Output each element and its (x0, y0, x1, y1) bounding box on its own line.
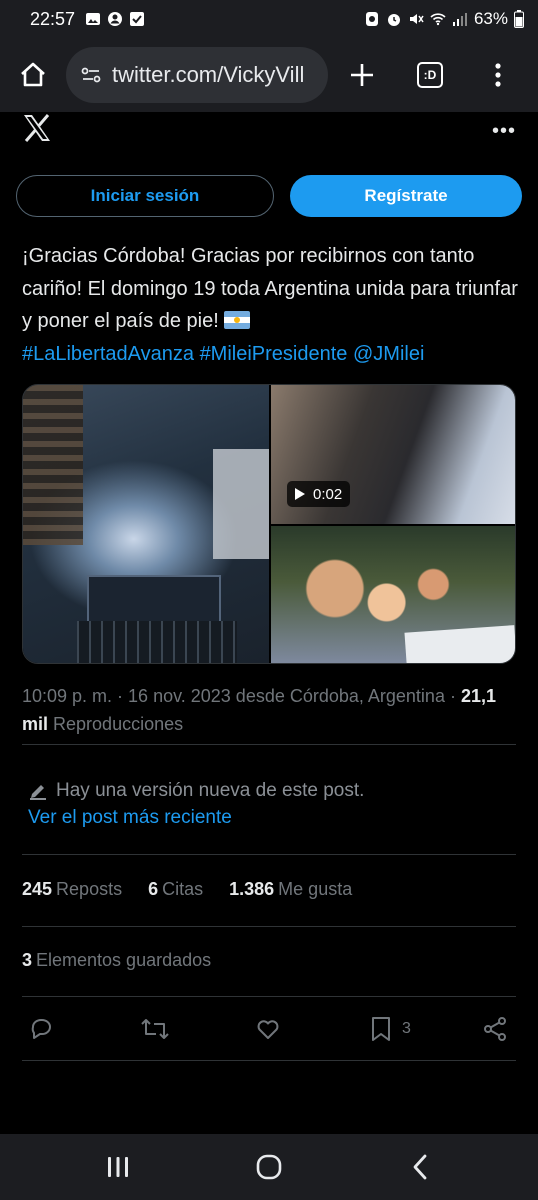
quotes-label: Citas (162, 879, 204, 899)
likes-count: 1.386 (229, 879, 275, 899)
pencil-icon (30, 785, 46, 800)
tweet-datetime[interactable]: 10:09 p. m. · 16 nov. 2023 desde Córdoba… (22, 686, 445, 706)
likes-label: Me gusta (278, 879, 353, 899)
notification-icons (85, 11, 145, 27)
wifi-icon (430, 13, 446, 26)
tab-switcher-button[interactable]: :D (396, 38, 464, 112)
tweet-stats: 245 Reposts 6 Citas 1.386 Me gusta (22, 879, 352, 900)
status-bar: 22:57 63% (0, 0, 538, 38)
gallery-icon (86, 13, 101, 25)
home-button[interactable] (0, 38, 66, 112)
checkbox-icon (130, 12, 145, 26)
tweet-meta: 10:09 p. m. · 16 nov. 2023 desde Córdoba… (22, 686, 497, 734)
browser-menu-button[interactable] (464, 38, 532, 112)
views-label: Reproducciones (53, 714, 184, 734)
alarm-icon (387, 14, 400, 26)
tweet-text: ¡Gracias Córdoba! Gracias por recibirnos… (22, 240, 522, 370)
signal-icon (452, 13, 467, 26)
tweet-body: ¡Gracias Córdoba! Gracias por recibirnos… (22, 245, 518, 332)
home-nav-button[interactable] (224, 1134, 314, 1200)
recents-icon (108, 1157, 128, 1177)
reposts-count: 245 (22, 879, 53, 899)
tab-count: :D (423, 68, 437, 82)
divider (22, 1060, 516, 1061)
home-circle-icon (256, 1154, 282, 1180)
hashtag-link[interactable]: #MileiPresidente (200, 343, 348, 365)
bookmark-button[interactable]: 3 (370, 1012, 411, 1046)
tweet-page: ••• Iniciar sesión Regístrate ¡Gracias C… (0, 112, 538, 1134)
crowd-photo[interactable] (23, 385, 269, 663)
action-bar: 3 (22, 1012, 516, 1046)
divider (22, 744, 516, 745)
login-button[interactable]: Iniciar sesión (16, 175, 274, 217)
mention-link[interactable]: @JMilei (353, 343, 424, 365)
repost-button[interactable] (140, 1012, 170, 1046)
data-saver-icon (365, 12, 378, 26)
quotes-stat[interactable]: 6 Citas (148, 879, 203, 900)
divider (22, 996, 516, 997)
register-button[interactable]: Regístrate (290, 175, 522, 217)
system-icons: 63% (364, 9, 524, 29)
battery-percent: 63% (473, 9, 508, 28)
bookmark-count: 3 (402, 1020, 411, 1037)
reposts-label: Reposts (56, 879, 123, 899)
account-icon (108, 12, 123, 26)
share-icon (484, 1017, 506, 1041)
saved-count: 3 (22, 950, 33, 970)
url-text: twitter.com/VickyVill (112, 62, 305, 87)
browser-toolbar: twitter.com/VickyVill :D (0, 38, 538, 112)
repost-icon (141, 1019, 169, 1039)
tab-switcher-icon: :D (417, 62, 443, 88)
mute-icon (409, 14, 424, 24)
edit-notice: Hay una versión nueva de este post. (28, 780, 364, 802)
plus-icon (351, 64, 373, 86)
more-options-button[interactable]: ••• (492, 120, 516, 143)
new-tab-button[interactable] (328, 38, 396, 112)
reply-button[interactable] (28, 1012, 54, 1046)
hashtag-link[interactable]: #LaLibertadAvanza (22, 343, 194, 365)
video-duration: 0:02 (313, 485, 343, 503)
reply-icon (31, 1019, 51, 1039)
back-button[interactable] (375, 1134, 465, 1200)
media-grid: 0:02 (22, 384, 516, 664)
quotes-count: 6 (148, 879, 159, 899)
like-button[interactable] (255, 1012, 281, 1046)
address-bar[interactable]: twitter.com/VickyVill (66, 47, 328, 103)
share-button[interactable] (482, 1012, 508, 1046)
likes-stat[interactable]: 1.386 Me gusta (229, 879, 352, 900)
saved-stat: 3 Elementos guardados (22, 950, 211, 971)
system-nav-bar (0, 1134, 538, 1200)
supporters-photo[interactable] (271, 526, 515, 663)
argentina-flag-icon (224, 311, 251, 329)
back-icon (413, 1154, 427, 1180)
edit-notice-text: Hay una versión nueva de este post. (56, 780, 365, 801)
recent-apps-button[interactable] (73, 1134, 163, 1200)
divider (22, 854, 516, 855)
more-vert-icon (495, 63, 501, 87)
video-thumbnail[interactable]: 0:02 (271, 385, 515, 524)
x-logo-icon[interactable] (22, 114, 52, 147)
divider (22, 926, 516, 927)
site-settings-icon (81, 67, 101, 83)
bookmark-icon (372, 1017, 390, 1041)
clock: 22:57 (30, 8, 76, 29)
battery-icon (514, 10, 524, 28)
reposts-stat[interactable]: 245 Reposts (22, 879, 122, 900)
play-icon (295, 488, 305, 500)
video-duration-badge: 0:02 (287, 481, 351, 507)
latest-post-link[interactable]: Ver el post más reciente (28, 807, 232, 829)
saved-label: Elementos guardados (36, 950, 212, 970)
heart-icon (257, 1020, 279, 1039)
home-icon (21, 62, 45, 87)
